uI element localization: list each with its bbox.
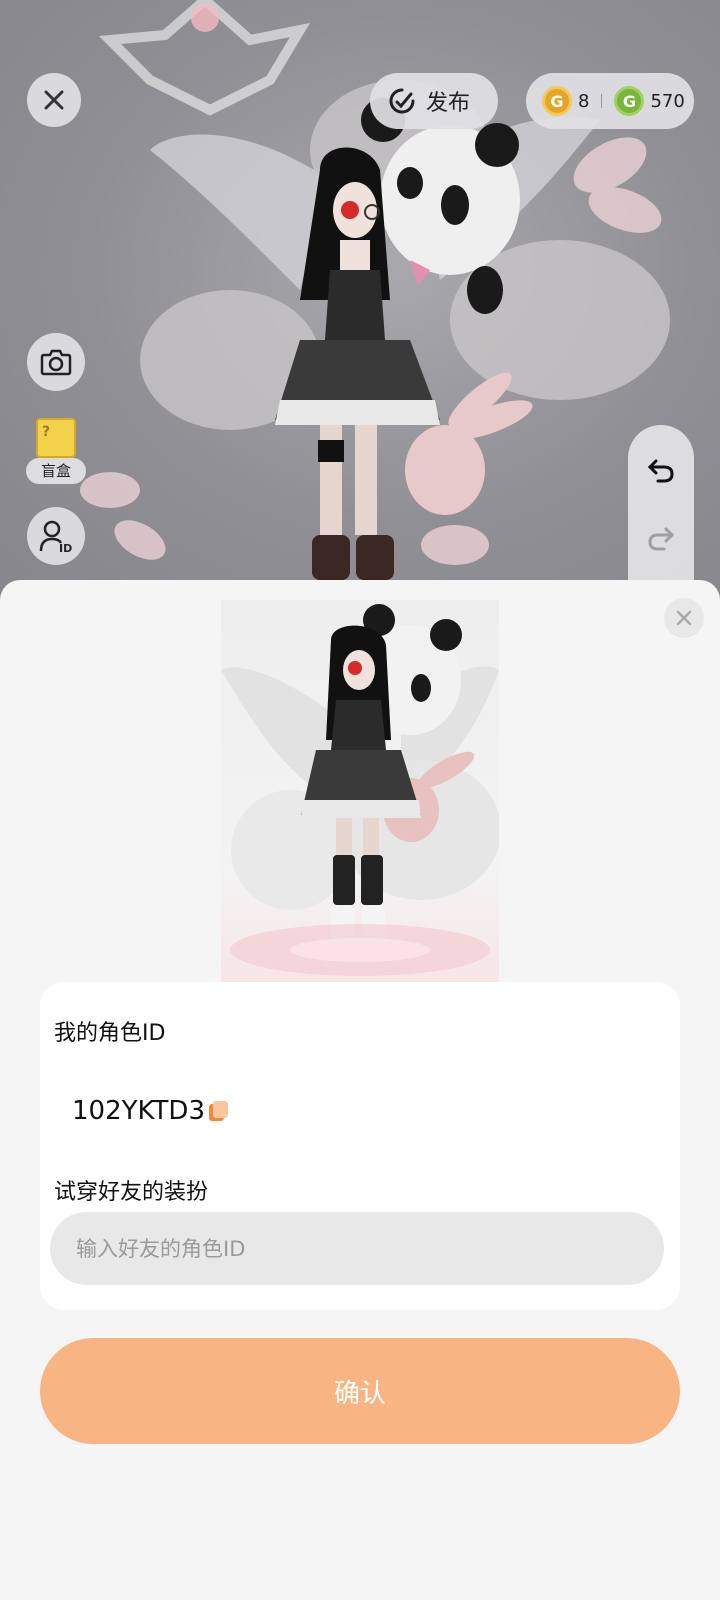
currency-divider xyxy=(601,94,603,108)
my-role-id-label: 我的角色ID xyxy=(54,1021,166,1046)
blindbox-button[interactable]: 盲盒 xyxy=(26,418,86,484)
gold-coin-icon: G xyxy=(542,86,572,116)
camera-icon xyxy=(40,349,72,376)
publish-button[interactable]: 发布 xyxy=(370,73,498,129)
publish-icon xyxy=(389,88,415,114)
redo-icon xyxy=(648,527,675,551)
sheet-close-button[interactable] xyxy=(664,598,704,638)
role-id-button[interactable]: ID xyxy=(27,507,85,565)
camera-button[interactable] xyxy=(27,333,85,391)
blindbox-label: 盲盒 xyxy=(26,458,86,484)
blindbox-icon xyxy=(36,418,76,458)
user-id-icon: ID xyxy=(39,520,72,553)
confirm-button[interactable]: 确认 xyxy=(40,1338,680,1444)
close-icon xyxy=(44,90,64,110)
publish-label: 发布 xyxy=(426,91,471,116)
green-coin-count: 570 xyxy=(650,90,685,112)
tryon-friend-label: 试穿好友的装扮 xyxy=(54,1180,209,1205)
id-badge-text: ID xyxy=(59,542,72,553)
gold-coin-symbol: G xyxy=(550,91,564,111)
my-role-id-value: 102YKTD3 xyxy=(72,1096,205,1126)
gold-coin-count: 8 xyxy=(578,90,590,112)
undo-button[interactable] xyxy=(646,455,676,489)
currency-bar[interactable]: G 8 G 570 xyxy=(526,73,694,129)
undo-icon xyxy=(647,459,674,483)
redo-button[interactable] xyxy=(646,523,676,557)
copy-icon xyxy=(209,1101,228,1121)
close-button[interactable] xyxy=(27,73,81,127)
undo-redo-panel xyxy=(628,425,694,600)
green-coin-symbol: G xyxy=(622,91,637,111)
friend-role-id-input[interactable] xyxy=(50,1212,664,1285)
avatar-preview-image xyxy=(221,600,499,982)
close-icon xyxy=(676,610,692,626)
avatar-preview-illustration xyxy=(221,604,499,976)
green-coin-icon: G xyxy=(614,86,645,116)
copy-id-button[interactable] xyxy=(208,1100,230,1122)
